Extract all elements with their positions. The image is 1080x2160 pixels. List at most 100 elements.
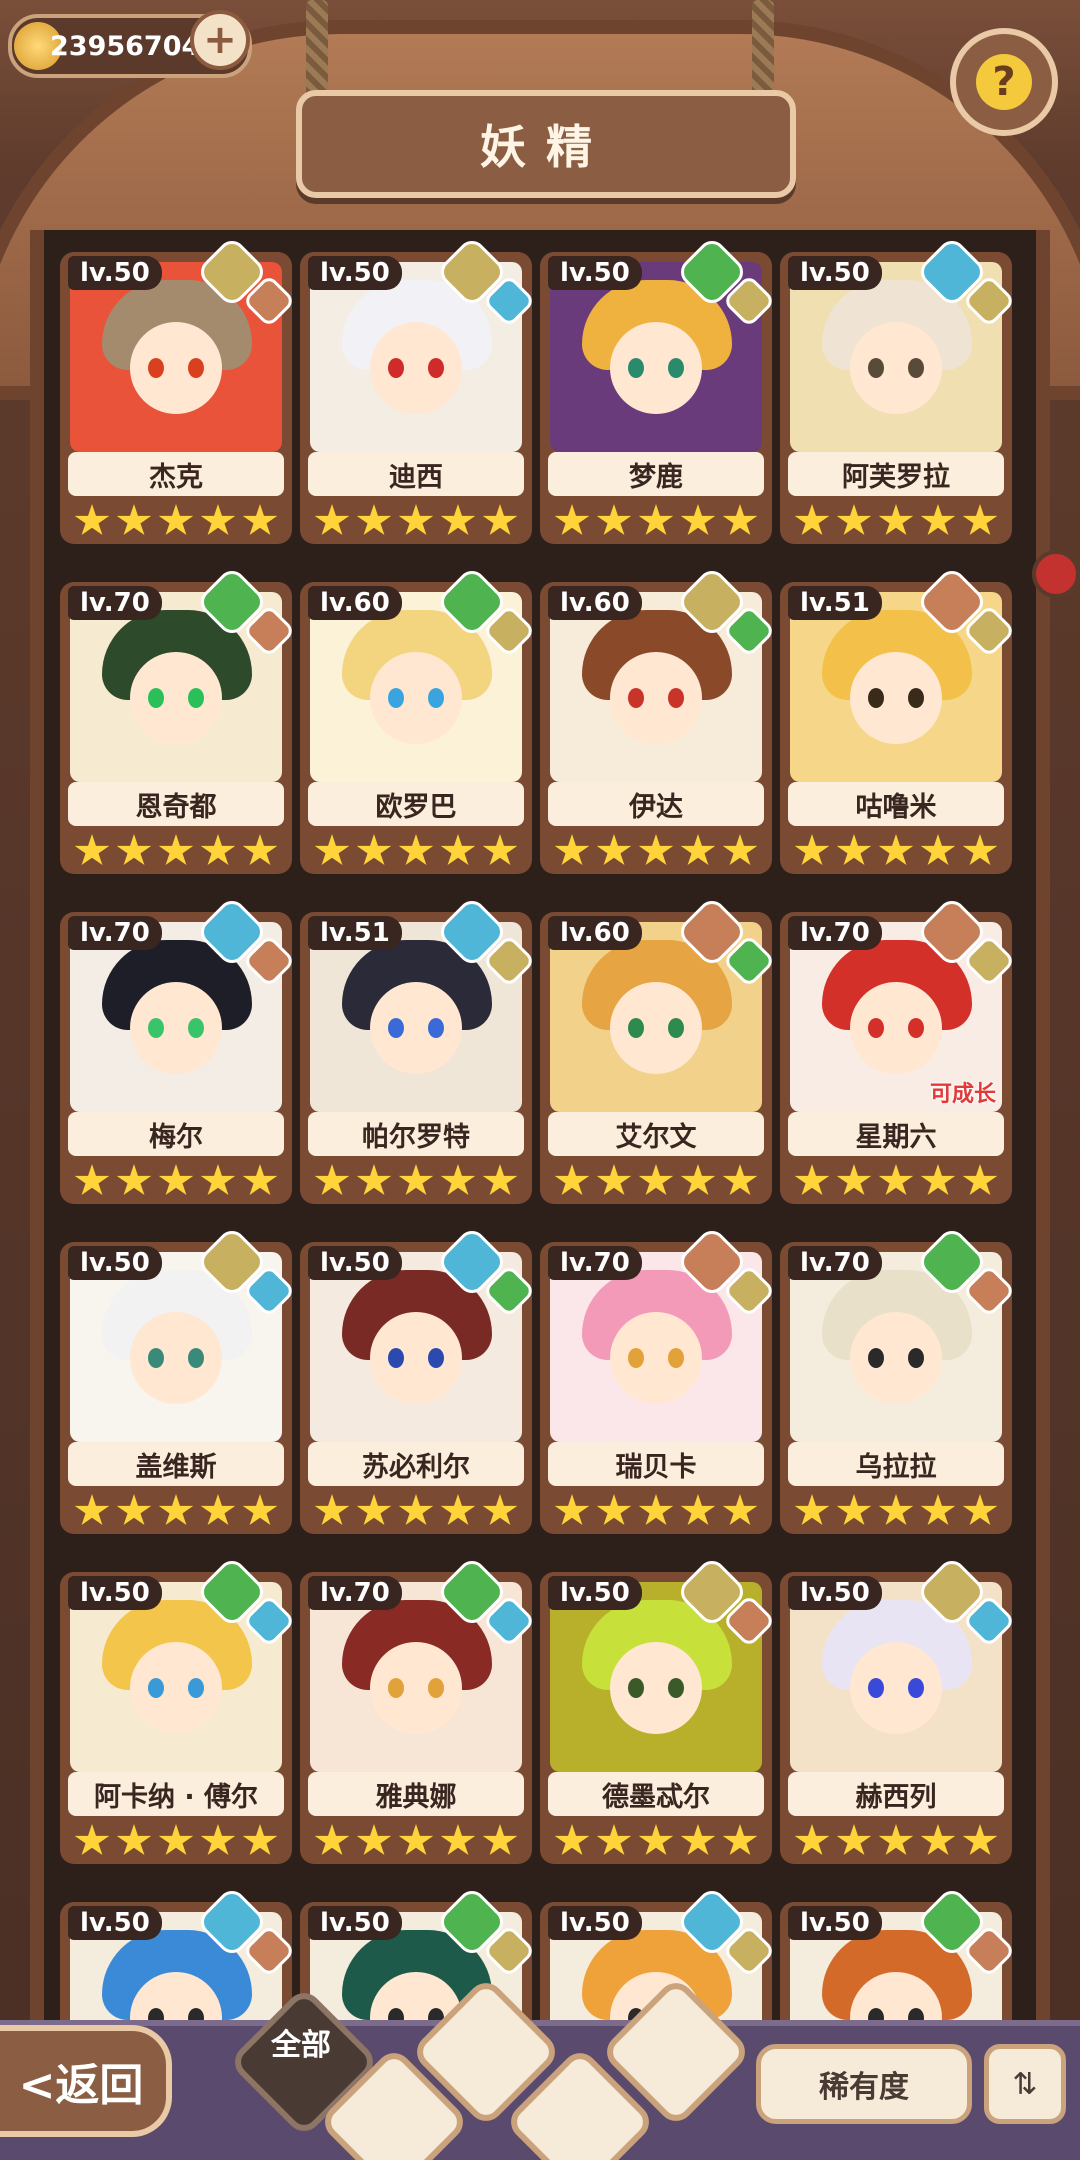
- portrait-eye: [628, 1678, 644, 1698]
- level-badge: lv.50: [788, 256, 882, 290]
- back-button[interactable]: <返回: [0, 2025, 172, 2137]
- star-icon: [398, 834, 434, 865]
- star-icon: [440, 504, 476, 535]
- star-rating: [314, 1824, 518, 1858]
- portrait-face: [130, 982, 222, 1074]
- portrait-eye: [428, 1018, 444, 1038]
- portrait-face: [370, 322, 462, 414]
- character-card[interactable]: lv.50 苏必利尔: [300, 1225, 536, 1538]
- star-rating: [554, 1164, 758, 1198]
- star-icon: [920, 1494, 956, 1525]
- star-icon: [836, 834, 872, 865]
- portrait-face: [850, 652, 942, 744]
- character-card[interactable]: lv.50 盖维斯: [60, 1225, 296, 1538]
- star-icon: [680, 1164, 716, 1195]
- star-icon: [554, 504, 590, 535]
- character-card[interactable]: lv.70 恩奇都: [60, 565, 296, 878]
- character-name: 梅尔: [68, 1112, 284, 1156]
- star-icon: [680, 1494, 716, 1525]
- growable-tag: 可成长: [929, 1082, 996, 1107]
- portrait-eye: [188, 1678, 204, 1698]
- level-badge: lv.70: [548, 1246, 642, 1280]
- filter-all-label: 全部: [271, 2028, 331, 2063]
- star-rating: [794, 1824, 998, 1858]
- star-icon: [920, 504, 956, 535]
- star-icon: [398, 1164, 434, 1195]
- character-card[interactable]: lv.60 艾尔文: [540, 895, 776, 1208]
- star-icon: [794, 504, 830, 535]
- portrait-eye: [668, 688, 684, 708]
- star-icon: [596, 504, 632, 535]
- star-icon: [200, 504, 236, 535]
- star-rating: [314, 1494, 518, 1528]
- star-icon: [440, 834, 476, 865]
- character-name: 阿卡纳 · 傅尔: [68, 1772, 284, 1816]
- character-name: 赫西列: [788, 1772, 1004, 1816]
- sort-order-icon[interactable]: ⇅: [984, 2044, 1066, 2124]
- star-rating: [554, 1824, 758, 1858]
- portrait-eye: [628, 1348, 644, 1368]
- star-icon: [554, 1824, 590, 1855]
- portrait-face: [610, 322, 702, 414]
- character-card[interactable]: lv.51 咕噜米: [780, 565, 1016, 878]
- star-rating: [314, 1164, 518, 1198]
- star-icon: [722, 1824, 758, 1855]
- character-card[interactable]: lv.50 迪西: [300, 235, 536, 548]
- star-icon: [158, 504, 194, 535]
- portrait-face: [610, 1642, 702, 1734]
- portrait-face: [610, 1312, 702, 1404]
- character-card[interactable]: lv.51 帕尔罗特: [300, 895, 536, 1208]
- star-icon: [242, 1494, 278, 1525]
- star-icon: [116, 1494, 152, 1525]
- portrait-face: [370, 982, 462, 1074]
- character-card[interactable]: lv.50 德墨忒尔: [540, 1555, 776, 1868]
- portrait-eye: [628, 358, 644, 378]
- star-icon: [554, 1494, 590, 1525]
- help-button[interactable]: ?: [950, 28, 1058, 136]
- character-card[interactable]: lv.50 赫西列: [780, 1555, 1016, 1868]
- character-name: 杰克: [68, 452, 284, 496]
- portrait-face: [850, 322, 942, 414]
- sort-rarity-button[interactable]: 稀有度: [756, 2044, 972, 2124]
- character-card[interactable]: lv.70 梅尔: [60, 895, 296, 1208]
- character-card[interactable]: lv.50 杰克: [60, 235, 296, 548]
- portrait-eye: [908, 1678, 924, 1698]
- character-card[interactable]: lv.50 梦鹿: [540, 235, 776, 548]
- star-icon: [596, 1824, 632, 1855]
- character-card[interactable]: lv.70 雅典娜: [300, 1555, 536, 1868]
- level-badge: lv.70: [68, 916, 162, 950]
- portrait-eye: [668, 1348, 684, 1368]
- star-icon: [680, 1824, 716, 1855]
- character-card[interactable]: lv.60 伊达: [540, 565, 776, 878]
- star-icon: [356, 1824, 392, 1855]
- star-icon: [116, 1164, 152, 1195]
- star-rating: [74, 504, 278, 538]
- star-icon: [638, 1494, 674, 1525]
- character-card[interactable]: lv.50 阿芙罗拉: [780, 235, 1016, 548]
- character-card[interactable]: lv.70 瑞贝卡: [540, 1225, 776, 1538]
- character-name: 欧罗巴: [308, 782, 524, 826]
- portrait-face: [850, 1312, 942, 1404]
- star-icon: [242, 1824, 278, 1855]
- plus-icon[interactable]: +: [190, 10, 250, 70]
- level-badge: lv.50: [308, 1906, 402, 1940]
- character-card[interactable]: lv.60 欧罗巴: [300, 565, 536, 878]
- portrait-eye: [868, 688, 884, 708]
- character-card[interactable]: 可成长 lv.70 星期六: [780, 895, 1016, 1208]
- star-icon: [482, 1824, 518, 1855]
- portrait-eye: [668, 1018, 684, 1038]
- page-title-board: 妖精: [296, 90, 796, 198]
- star-icon: [314, 1164, 350, 1195]
- star-icon: [962, 1824, 998, 1855]
- star-icon: [116, 504, 152, 535]
- character-name: 恩奇都: [68, 782, 284, 826]
- character-card[interactable]: lv.50 阿卡纳 · 傅尔: [60, 1555, 296, 1868]
- star-icon: [74, 1164, 110, 1195]
- scroll-indicator[interactable]: [1032, 550, 1080, 598]
- star-icon: [920, 1164, 956, 1195]
- portrait-face: [130, 1312, 222, 1404]
- star-icon: [920, 1824, 956, 1855]
- character-card[interactable]: lv.70 乌拉拉: [780, 1225, 1016, 1538]
- star-icon: [836, 1164, 872, 1195]
- star-icon: [962, 1494, 998, 1525]
